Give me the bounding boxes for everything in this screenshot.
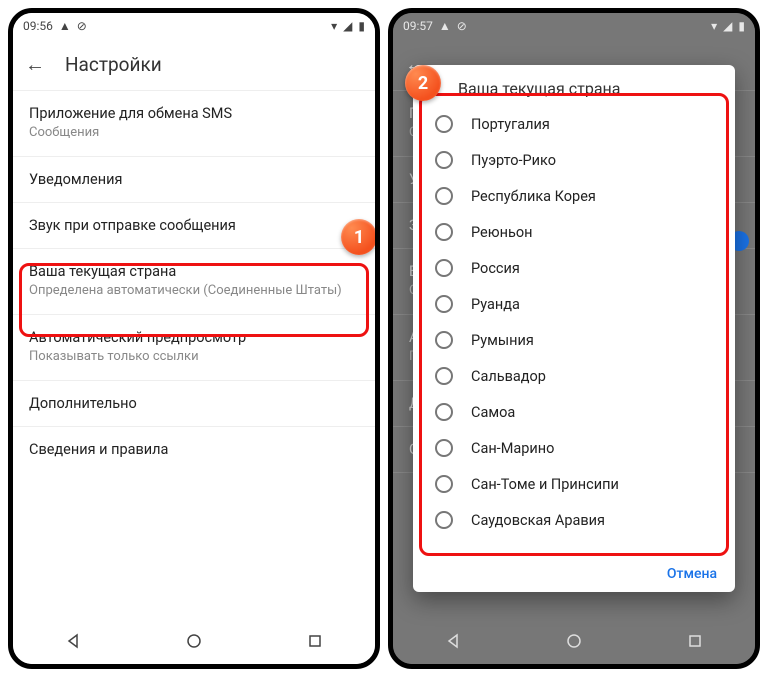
country-option[interactable]: Республика Корея	[419, 178, 729, 214]
radio-icon	[435, 439, 453, 457]
status-bar: 09:56 ▲ ⊘ ▾ ◢ ▮	[13, 13, 375, 39]
clock: 09:57	[403, 19, 433, 33]
signal-icon: ◢	[343, 19, 352, 33]
country-dialog: Ваша текущая страна Португалия Пуэрто-Ри…	[413, 65, 735, 592]
wifi-icon: ▾	[331, 19, 337, 33]
country-option[interactable]: Пуэрто-Рико	[419, 142, 729, 178]
nav-bar	[13, 618, 375, 664]
country-option[interactable]: Румыния	[419, 322, 729, 358]
country-option[interactable]: Реюньон	[419, 214, 729, 250]
nav-home-icon[interactable]	[186, 633, 202, 649]
dialog-title: Ваша текущая страна	[413, 65, 735, 106]
callout-badge-2: 2	[405, 65, 441, 101]
country-option[interactable]: Сан-Марино	[419, 430, 729, 466]
country-option[interactable]: Сан-Томе и Принсипи	[419, 466, 729, 502]
radio-icon	[435, 295, 453, 313]
dnd-icon: ⊘	[77, 19, 87, 33]
battery-icon: ▮	[358, 19, 365, 33]
app-bar: ← Настройки	[13, 39, 375, 91]
country-list[interactable]: Португалия Пуэрто-Рико Республика Корея …	[413, 106, 735, 555]
settings-list: Приложение для обмена SMS Сообщения Увед…	[13, 91, 375, 472]
radio-icon	[435, 223, 453, 241]
nav-back-icon[interactable]	[65, 633, 81, 649]
nav-recent-icon[interactable]	[307, 633, 323, 649]
setting-current-country[interactable]: Ваша текущая страна Определена автоматич…	[13, 249, 375, 315]
nav-bar	[393, 618, 755, 664]
warning-icon: ▲	[439, 19, 451, 33]
battery-icon: ▮	[738, 19, 745, 33]
back-arrow-icon[interactable]: ←	[25, 52, 45, 77]
callout-badge-1: 1	[341, 219, 377, 255]
country-option[interactable]: Саудовская Аравия	[419, 502, 729, 538]
radio-icon	[435, 367, 453, 385]
radio-icon	[435, 403, 453, 421]
country-option[interactable]: Сальвадор	[419, 358, 729, 394]
nav-recent-icon[interactable]	[687, 633, 703, 649]
clock: 09:56	[23, 19, 53, 33]
phone-left: 09:56 ▲ ⊘ ▾ ◢ ▮ ← Настройки Приложение д…	[8, 8, 380, 669]
setting-auto-preview[interactable]: Автоматический предпросмотр Показывать т…	[13, 315, 375, 381]
setting-send-sound[interactable]: Звук при отправке сообщения	[13, 203, 375, 249]
radio-icon	[435, 511, 453, 529]
radio-icon	[435, 187, 453, 205]
dnd-icon: ⊘	[457, 19, 467, 33]
warning-icon: ▲	[59, 19, 71, 33]
country-option[interactable]: Россия	[419, 250, 729, 286]
nav-back-icon[interactable]	[445, 633, 461, 649]
radio-icon	[435, 151, 453, 169]
radio-icon	[435, 115, 453, 133]
setting-about[interactable]: Сведения и правила	[13, 427, 375, 472]
radio-icon	[435, 475, 453, 493]
country-option[interactable]: Португалия	[419, 106, 729, 142]
nav-home-icon[interactable]	[566, 633, 582, 649]
page-title: Настройки	[65, 53, 162, 76]
country-option[interactable]: Руанда	[419, 286, 729, 322]
signal-icon: ◢	[723, 19, 732, 33]
setting-advanced[interactable]: Дополнительно	[13, 381, 375, 427]
cancel-button[interactable]: Отмена	[667, 566, 717, 582]
radio-icon	[435, 259, 453, 277]
radio-icon	[435, 331, 453, 349]
wifi-icon: ▾	[711, 19, 717, 33]
setting-sms-app[interactable]: Приложение для обмена SMS Сообщения	[13, 91, 375, 157]
phone-right: 09:57 ▲ ⊘ ▾ ◢ ▮ ← ПриСоо Уве Зву ВашОпр …	[388, 8, 760, 669]
country-option[interactable]: Самоа	[419, 394, 729, 430]
status-bar: 09:57 ▲ ⊘ ▾ ◢ ▮	[393, 13, 755, 39]
setting-notifications[interactable]: Уведомления	[13, 157, 375, 203]
